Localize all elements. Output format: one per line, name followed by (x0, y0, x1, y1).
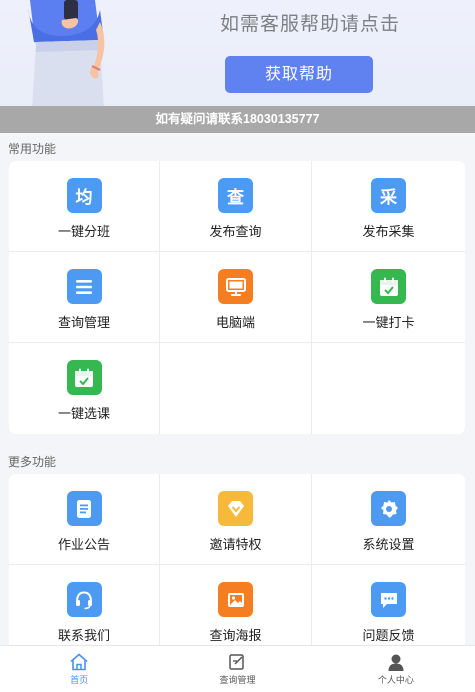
query-management-button[interactable]: 查询管理 (9, 252, 160, 343)
publish-collect-icon: 采 (371, 178, 406, 213)
publish-collect-label: 发布采集 (362, 224, 415, 239)
common-functions-card: 均 一键分班 查 发布查询 采 发布采集 查询管理 电脑端 一键打卡 一键选课 (9, 161, 465, 434)
query-poster-label: 查询海报 (209, 628, 262, 643)
tab-query-management-label: 查询管理 (219, 675, 256, 685)
homework-notice-label: 作业公告 (57, 537, 110, 552)
check-in-button[interactable]: 一键打卡 (312, 252, 465, 343)
list-icon (66, 269, 102, 304)
homework-notice-button[interactable]: 作业公告 (9, 474, 160, 565)
tab-profile-label: 个人中心 (377, 675, 414, 685)
more-functions-card: 作业公告 邀请特权 系统设置 联系我们 查询海报 问题反馈 (9, 474, 465, 645)
home-icon (70, 653, 88, 671)
select-course-label: 一键选课 (57, 406, 110, 421)
feedback-button[interactable]: 问题反馈 (312, 565, 465, 645)
calendar-check-icon (371, 269, 406, 304)
invite-privilege-label: 邀请特权 (209, 537, 262, 552)
contact-us-label: 联系我们 (57, 628, 110, 643)
common-functions-title: 常用功能 (8, 142, 57, 156)
query-management-label: 查询管理 (57, 315, 110, 330)
document-icon (66, 491, 102, 526)
publish-query-button[interactable]: 查 发布查询 (160, 161, 312, 252)
desktop-label: 电脑端 (215, 315, 255, 330)
empty-cell (160, 343, 312, 434)
headset-icon (66, 582, 102, 617)
invite-privilege-button[interactable]: 邀请特权 (160, 474, 312, 565)
empty-cell (312, 343, 465, 434)
tab-query-management[interactable]: 查询管理 (158, 646, 316, 692)
chat-icon (371, 582, 406, 617)
assign-class-icon: 均 (66, 178, 102, 213)
tab-home[interactable]: 首页 (0, 646, 158, 692)
assign-class-button[interactable]: 均 一键分班 (9, 161, 160, 252)
diamond-icon (218, 491, 253, 526)
gear-icon (371, 491, 406, 526)
query-poster-button[interactable]: 查询海报 (160, 565, 312, 645)
assign-class-label: 一键分班 (57, 224, 110, 239)
picture-icon (218, 582, 253, 617)
publish-query-label: 发布查询 (209, 224, 262, 239)
edit-icon (229, 654, 245, 670)
desktop-button[interactable]: 电脑端 (160, 252, 312, 343)
select-course-button[interactable]: 一键选课 (9, 343, 160, 434)
customer-service-illustration (28, 0, 105, 110)
tab-home-label: 首页 (70, 675, 89, 685)
get-help-button[interactable]: 获取帮助 (225, 56, 373, 93)
more-functions-title: 更多功能 (8, 455, 57, 469)
monitor-icon (218, 269, 253, 304)
check-in-label: 一键打卡 (362, 315, 415, 330)
help-prompt-text: 如需客服帮助请点击 (219, 14, 400, 35)
system-settings-label: 系统设置 (362, 537, 415, 552)
system-settings-button[interactable]: 系统设置 (312, 474, 465, 565)
publish-query-icon: 查 (218, 178, 253, 213)
contact-us-button[interactable]: 联系我们 (9, 565, 160, 645)
calendar-check-icon (66, 360, 102, 395)
bottom-tab-bar: 首页 查询管理 个人中心 (0, 645, 475, 692)
contact-phone-bar: 如有疑问请联系18030135777 (0, 106, 475, 133)
feedback-label: 问题反馈 (362, 628, 415, 643)
publish-collect-button[interactable]: 采 发布采集 (312, 161, 465, 252)
help-banner: 如需客服帮助请点击 获取帮助 如有疑问请联系18030135777 (0, 0, 475, 133)
tab-profile[interactable]: 个人中心 (317, 646, 475, 692)
user-icon (388, 654, 404, 671)
